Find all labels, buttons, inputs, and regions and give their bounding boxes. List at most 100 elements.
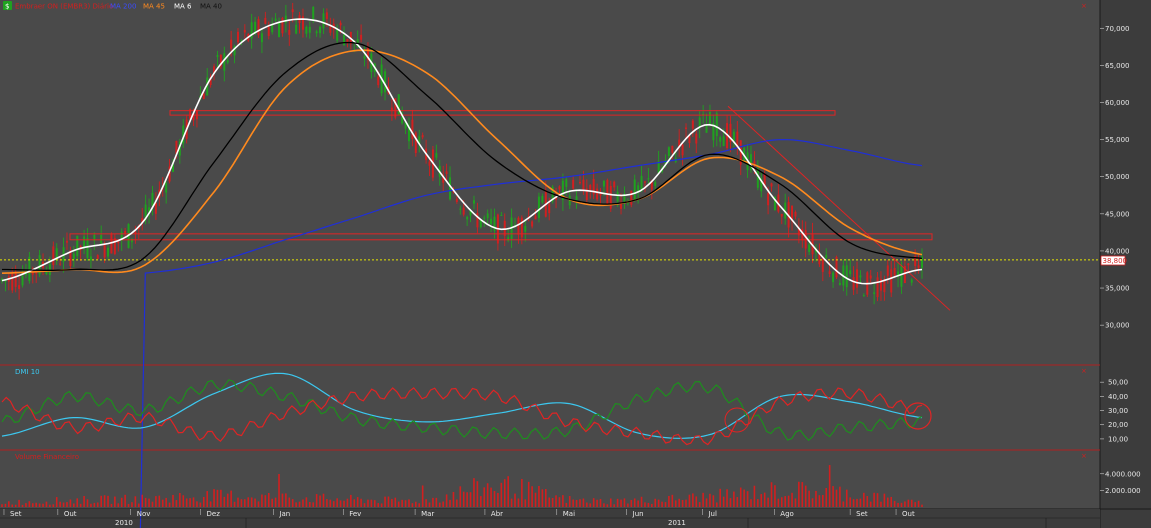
candle-body — [643, 181, 646, 183]
candle-body — [59, 263, 62, 265]
legend-ma200[interactable]: MA 200 — [110, 3, 136, 11]
volume-bar — [370, 499, 373, 507]
candle-body — [845, 265, 848, 288]
volume-bar — [312, 502, 315, 507]
candle-body — [732, 131, 735, 141]
volume-bar — [161, 499, 164, 507]
candle-body — [602, 180, 605, 187]
panel-close-icon[interactable]: × — [1081, 2, 1087, 10]
candle-body — [479, 220, 482, 228]
candle-body — [329, 26, 332, 33]
volume-bar — [705, 498, 708, 507]
candle-body — [832, 272, 835, 283]
volume-bar — [674, 500, 677, 507]
volume-bar — [302, 499, 304, 507]
volume-bar — [202, 496, 205, 507]
volume-bar — [377, 503, 380, 507]
month-label: Nov — [137, 510, 151, 518]
legend-ma6[interactable]: MA 6 — [174, 3, 192, 11]
volume-bar — [96, 502, 99, 507]
volume-bar — [544, 489, 547, 507]
volume-bar — [110, 503, 113, 507]
legend-ma45[interactable]: MA 45 — [143, 3, 165, 11]
candle-body — [267, 26, 270, 36]
volume-bar — [640, 496, 643, 507]
legend-ma40[interactable]: MA 40 — [200, 3, 222, 11]
candle-body — [537, 196, 540, 218]
volume-bar — [784, 496, 786, 507]
volume-bar — [486, 483, 489, 507]
last-price-value: 38,800 — [1103, 257, 1128, 265]
volume-bar — [712, 495, 715, 507]
candle-body — [414, 132, 417, 154]
volume-bar — [230, 490, 232, 507]
candle-body — [907, 263, 910, 266]
candle-body — [96, 255, 99, 259]
month-label: Mar — [421, 510, 434, 518]
volume-bar — [893, 500, 896, 507]
volume-bar — [886, 497, 889, 507]
volume-bar — [739, 487, 742, 507]
volume-bar — [199, 502, 202, 507]
volume-bar — [148, 498, 150, 507]
price-tick-label: 60,000 — [1105, 99, 1130, 107]
volume-bar — [763, 492, 766, 507]
volume-bar — [873, 492, 875, 507]
time-axis-panel — [0, 509, 1100, 528]
volume-bar — [476, 481, 479, 507]
volume-bar — [124, 494, 126, 507]
candle-body — [236, 31, 239, 43]
candle-body — [202, 93, 205, 100]
volume-bar — [391, 498, 393, 507]
candle-body — [654, 182, 657, 186]
volume-bar — [798, 481, 800, 507]
price-tick-label: 70,000 — [1105, 25, 1130, 33]
dmi-close-icon[interactable]: × — [1081, 367, 1087, 375]
candle-body — [883, 280, 886, 293]
volume-bar — [254, 498, 256, 507]
volume-bar — [651, 503, 653, 507]
volume-bar — [804, 485, 807, 507]
candle-body — [65, 240, 68, 243]
legend-dmi[interactable]: DMI 10 — [15, 368, 40, 376]
price-tick-label: 45,000 — [1105, 210, 1130, 218]
volume-bar — [360, 498, 362, 507]
candle-body — [640, 175, 643, 191]
legend-volume[interactable]: Volume Financeiro — [15, 453, 79, 461]
volume-bar — [363, 503, 366, 507]
volume-bar — [209, 501, 212, 507]
volume-bar — [11, 504, 14, 507]
candle-body — [72, 253, 75, 259]
volume-bar — [55, 497, 58, 507]
legend-ticker[interactable]: Embraer ON (EMBR3) Diário — [15, 3, 113, 11]
candle-body — [517, 217, 520, 235]
volume-bar — [647, 502, 650, 507]
volume-bar — [832, 486, 834, 507]
volume-bar — [397, 501, 400, 507]
candle-body — [483, 217, 486, 219]
candle-body — [856, 269, 859, 288]
candle-body — [216, 55, 219, 57]
volume-bar — [907, 499, 910, 507]
volume-bar — [722, 496, 725, 507]
volume-bar — [534, 492, 537, 507]
volume-bar — [305, 497, 308, 507]
volume-bar — [692, 493, 694, 507]
candle-body — [534, 215, 537, 220]
volume-bar — [158, 495, 161, 507]
volume-bar — [168, 502, 171, 507]
volume-bar — [438, 502, 441, 507]
month-label: Set — [10, 510, 22, 518]
volume-bar — [165, 497, 167, 507]
candle-body — [893, 268, 896, 276]
volume-close-icon[interactable]: × — [1081, 452, 1087, 460]
volume-bar — [428, 502, 431, 507]
candle-body — [500, 214, 503, 216]
volume-bar — [45, 501, 48, 507]
volume-bar — [172, 494, 174, 507]
volume-bar — [418, 503, 421, 507]
volume-bar — [141, 494, 144, 507]
candle-body — [312, 6, 315, 20]
candle-body — [520, 217, 523, 238]
candle-body — [363, 56, 366, 59]
